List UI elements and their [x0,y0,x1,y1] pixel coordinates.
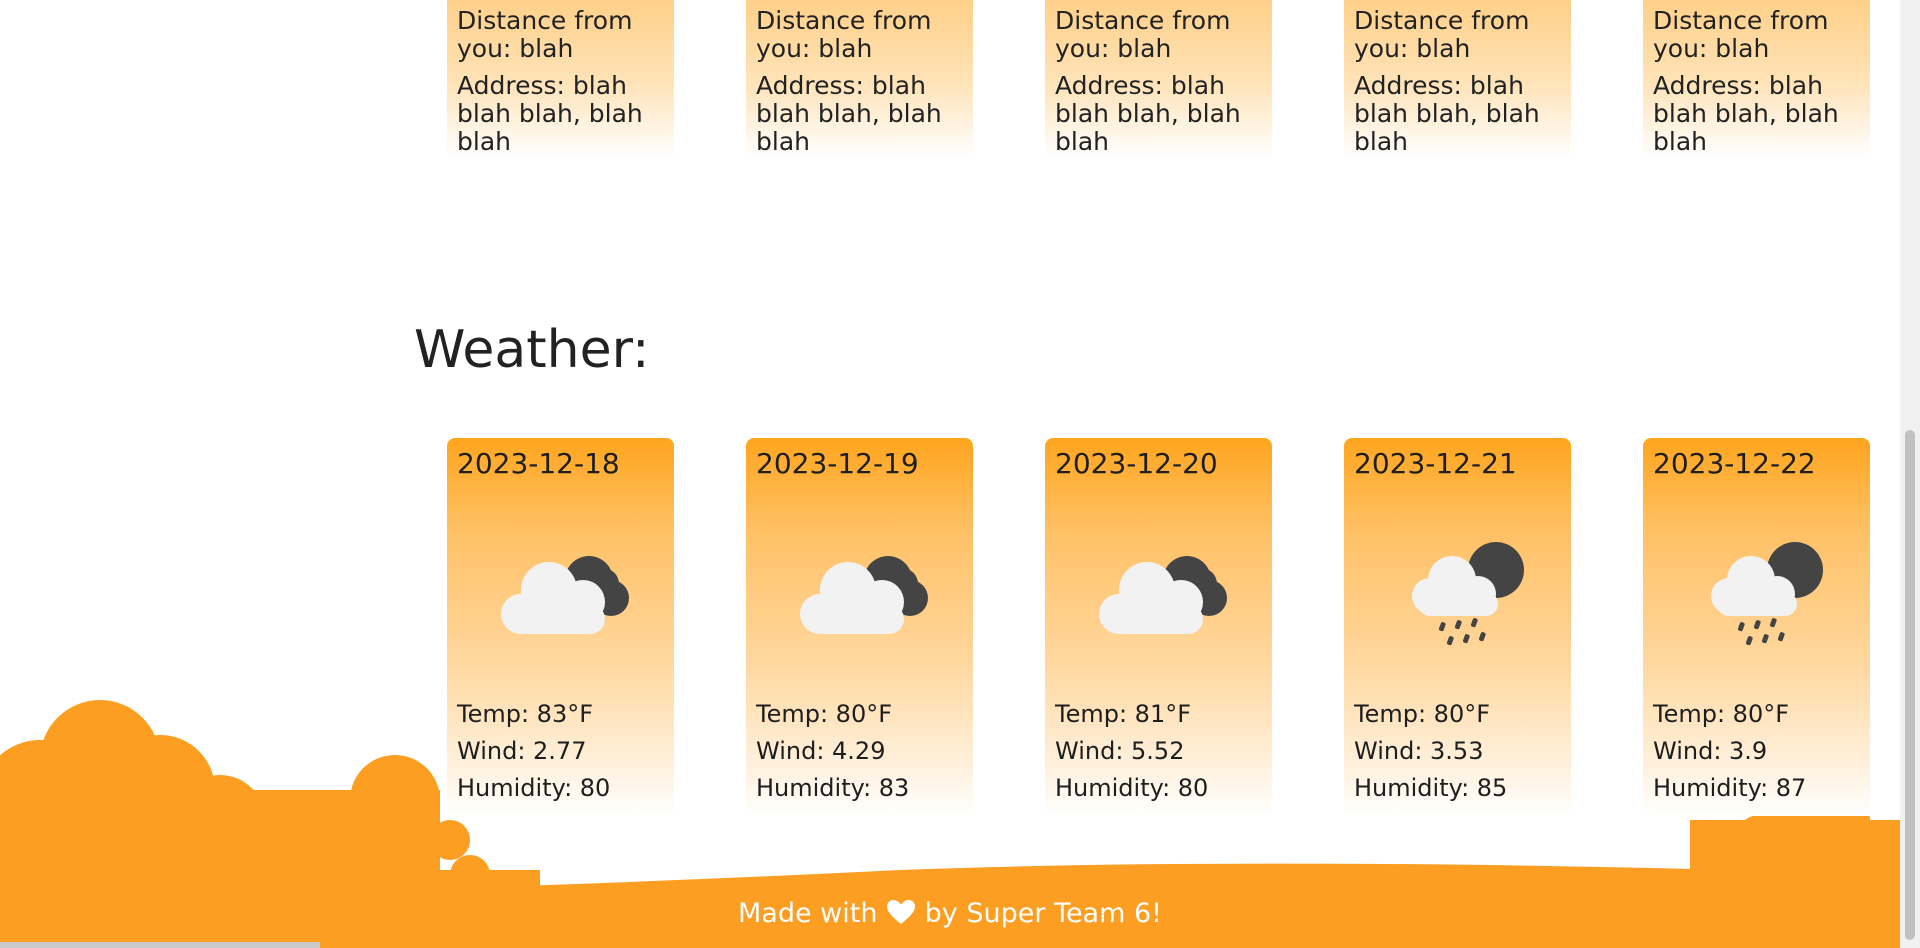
weather-card: 2023-12-22 Temp: 80°F Wind: 3.9 Humidity… [1643,438,1870,816]
weather-wind: Wind: 2.77 [457,737,587,765]
weather-card: 2023-12-20 Temp: 81°F Wind: 5.52 Humidit… [1045,438,1272,816]
place-address: Address: blah blah blah, blah blah [457,71,643,156]
rain-night-icon [1711,542,1823,646]
partly-cloudy-night-icon [501,556,629,634]
weather-card: 2023-12-18 Temp: 83°F Wind: 2.77 Humidit… [447,438,674,816]
weather-temp: Temp: 80°F [1354,700,1491,728]
weather-stats: Temp: 81°F Wind: 5.52 Humidity: 80 [1055,696,1208,807]
weather-temp: Temp: 83°F [457,700,594,728]
place-distance: Distance from you: blah [1055,6,1231,63]
place-address: Address: blah blah blah, blah blah [1354,71,1540,156]
weather-date: 2023-12-20 [1055,447,1218,480]
vertical-scrollbar[interactable] [1900,0,1920,948]
footer-credit: Made with by Super Team 6! [0,894,1900,934]
horizontal-scrollbar[interactable] [0,942,320,948]
page: blah Distance from you: blah Address: bl… [0,0,1920,948]
place-distance: Distance from you: blah [1653,6,1829,63]
place-distance: Distance from you: blah [457,6,633,63]
heart-icon [887,900,916,924]
rain-night-icon [1412,542,1524,646]
weather-wind: Wind: 3.9 [1653,737,1768,765]
place-card: blah Distance from you: blah Address: bl… [447,0,674,158]
place-card: blah Distance from you: blah Address: bl… [1643,0,1870,158]
partly-cloudy-night-icon [800,556,928,634]
weather-stats: Temp: 80°F Wind: 3.53 Humidity: 85 [1354,696,1507,807]
scrollbar-thumb[interactable] [1905,430,1915,940]
weather-humidity: Humidity: 83 [756,774,910,802]
footer-suffix: by Super Team 6! [924,898,1162,929]
weather-wind: Wind: 5.52 [1055,737,1185,765]
weather-heading: Weather: [414,320,650,380]
weather-temp: Temp: 81°F [1055,700,1192,728]
weather-card: 2023-12-21 Temp: 80°F Wind: 3.53 Humidit… [1344,438,1571,816]
weather-date: 2023-12-21 [1354,447,1517,480]
weather-humidity: Humidity: 87 [1653,774,1807,802]
weather-humidity: Humidity: 85 [1354,774,1508,802]
weather-date: 2023-12-19 [756,447,919,480]
weather-wind: Wind: 3.53 [1354,737,1484,765]
place-card: blah Distance from you: blah Address: bl… [1344,0,1571,158]
weather-card: 2023-12-19 Temp: 80°F Wind: 4.29 Humidit… [746,438,973,816]
partly-cloudy-night-icon [1099,556,1227,634]
place-address: Address: blah blah blah, blah blah [1055,71,1241,156]
place-distance: Distance from you: blah [1354,6,1530,63]
footer-prefix: Made with [738,898,878,929]
weather-temp: Temp: 80°F [1653,700,1790,728]
weather-humidity: Humidity: 80 [1055,774,1209,802]
weather-stats: Temp: 80°F Wind: 4.29 Humidity: 83 [756,696,909,807]
place-address: Address: blah blah blah, blah blah [756,71,942,156]
place-address: Address: blah blah blah, blah blah [1653,71,1839,156]
weather-humidity: Humidity: 80 [457,774,611,802]
weather-wind: Wind: 4.29 [756,737,886,765]
place-distance: Distance from you: blah [756,6,932,63]
weather-date: 2023-12-22 [1653,447,1816,480]
place-card: blah Distance from you: blah Address: bl… [746,0,973,158]
weather-stats: Temp: 83°F Wind: 2.77 Humidity: 80 [457,696,610,807]
weather-temp: Temp: 80°F [756,700,893,728]
weather-stats: Temp: 80°F Wind: 3.9 Humidity: 87 [1653,696,1806,807]
weather-date: 2023-12-18 [457,447,620,480]
place-card: blah Distance from you: blah Address: bl… [1045,0,1272,158]
places-list: blah Distance from you: blah Address: bl… [447,0,1871,158]
